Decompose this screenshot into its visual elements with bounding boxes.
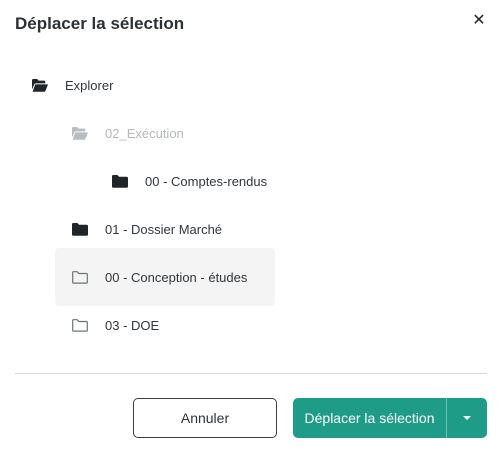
footer-divider: [15, 373, 487, 374]
tree-item-explorer[interactable]: Explorer: [32, 63, 113, 107]
tree-item-label: Explorer: [65, 77, 114, 93]
move-split-button: Déplacer la sélection: [293, 398, 487, 438]
tree-item-label: 02_Exécution: [105, 125, 184, 141]
tree-item-label: 00 - Comptes-rendus: [145, 173, 268, 189]
folder-filled-icon: [72, 222, 88, 236]
move-selection-button-label: Déplacer la sélection: [304, 410, 435, 426]
dialog-title: Déplacer la sélection: [15, 14, 185, 33]
tree-item-label: 00 - Conception - études: [105, 269, 248, 285]
tree-item-comptes-rendus[interactable]: 00 - Comptes-rendus: [112, 159, 267, 203]
tree-item-label: 01 - Dossier Marché: [105, 221, 223, 237]
move-selection-dialog: Déplacer la sélection ✕ Explorer 02_Exéc…: [0, 0, 501, 451]
folder-outline-icon: [72, 270, 88, 284]
tree-item-conception-etudes[interactable]: 00 - Conception - études: [55, 248, 275, 306]
folder-filled-icon: [112, 174, 128, 188]
cancel-button-label: Annuler: [180, 410, 230, 426]
cancel-button[interactable]: Annuler: [133, 398, 277, 438]
tree-item-label: 03 - DOE: [105, 317, 160, 333]
move-options-dropdown-button[interactable]: [447, 398, 487, 438]
tree-item-dossier-marche[interactable]: 01 - Dossier Marché: [72, 207, 222, 251]
tree-item-doe[interactable]: 03 - DOE: [72, 303, 159, 347]
move-selection-button[interactable]: Déplacer la sélection: [293, 398, 446, 438]
caret-down-icon: [463, 416, 471, 420]
close-button[interactable]: ✕: [468, 10, 490, 32]
folder-open-icon: [32, 78, 48, 92]
close-icon[interactable]: ✕: [472, 13, 485, 29]
tree-item-02-execution: 02_Exécution: [72, 111, 184, 155]
folder-outline-icon: [72, 318, 88, 332]
folder-open-icon: [72, 126, 88, 140]
